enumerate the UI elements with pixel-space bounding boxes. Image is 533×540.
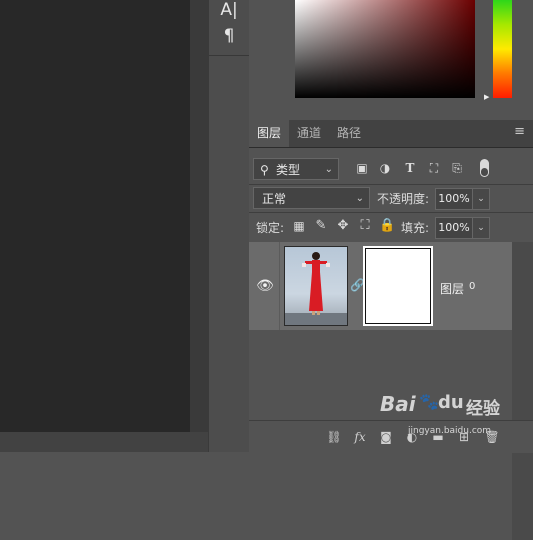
paw-logo-icon: 🐾	[419, 392, 439, 411]
lock-all-icon[interactable]: 🔒	[379, 218, 395, 234]
opacity-field[interactable]: 100% ⌄	[435, 188, 490, 210]
type-filter-icon[interactable]: T	[401, 159, 419, 177]
fill-field[interactable]: 100% ⌄	[435, 217, 490, 239]
blend-mode-select[interactable]: 正常 ⌄	[253, 187, 370, 209]
image-filter-icon[interactable]: ▣	[353, 159, 371, 177]
layer-index: 0	[469, 281, 476, 292]
smart-object-filter-icon[interactable]: ⎘	[448, 159, 466, 177]
filter-toggle-icon[interactable]	[480, 159, 489, 177]
opacity-label: 不透明度:	[377, 192, 430, 206]
chevron-down-icon: ⌄	[324, 164, 333, 175]
canvas-scroll-edge	[190, 0, 208, 452]
paragraph-panel-icon[interactable]: ¶	[217, 24, 241, 48]
eye-icon[interactable]: 👁	[255, 278, 275, 294]
divider	[249, 184, 533, 185]
adjustment-filter-icon[interactable]: ◑	[376, 159, 394, 177]
lock-artboard-icon[interactable]: ⛶	[357, 218, 373, 234]
fill-label: 填充:	[401, 221, 430, 235]
mask-link-icon[interactable]: 🔗	[350, 278, 365, 294]
canvas-status-bar	[0, 432, 208, 452]
chevron-down-icon[interactable]: ⌄	[472, 217, 490, 239]
layer-thumbnail[interactable]	[284, 246, 348, 326]
lock-position-icon[interactable]: ✥	[335, 218, 351, 234]
lock-label: 锁定:	[256, 221, 285, 235]
fill-value[interactable]: 100%	[435, 217, 473, 239]
hue-slider-marker-icon[interactable]: ▶	[484, 93, 489, 101]
layer-row[interactable]: 👁 🔗 图层 0	[249, 242, 512, 330]
color-saturation-field[interactable]	[295, 0, 475, 98]
lock-transparent-pixels-icon[interactable]: ▦	[291, 218, 307, 234]
tab-layers[interactable]: 图层	[249, 120, 289, 147]
chevron-down-icon: ⌄	[355, 193, 364, 204]
tab-channels[interactable]: 通道	[289, 120, 329, 147]
layer-filter-kind-select[interactable]: ⚲ 类型 ⌄	[253, 158, 339, 180]
blend-mode-value: 正常	[262, 192, 287, 206]
layers-list: 👁 🔗 图层 0	[249, 242, 512, 540]
layer-name[interactable]: 图层	[440, 280, 464, 297]
shape-filter-icon[interactable]: ⛶	[425, 159, 443, 177]
lock-image-pixels-icon[interactable]: ✎	[313, 218, 329, 234]
color-picker-panel: ▶	[249, 0, 533, 120]
link-layers-icon[interactable]: ⛓	[325, 429, 343, 445]
search-icon: ⚲	[260, 163, 269, 177]
tab-paths[interactable]: 路径	[329, 120, 369, 147]
baidu-jingyan-watermark: Bai 🐾 du 经验 jingyan.baidu.com	[380, 392, 500, 436]
divider	[249, 212, 533, 213]
chevron-down-icon[interactable]: ⌄	[472, 188, 490, 210]
person-in-red-dress-image	[285, 252, 347, 325]
fx-icon[interactable]: fx	[351, 429, 369, 445]
panel-dock-strip: A| ¶	[208, 0, 250, 452]
filter-kind-label: 类型	[276, 163, 301, 177]
dock-divider	[209, 55, 249, 56]
panel-menu-icon[interactable]: ≡	[514, 124, 525, 139]
character-panel-icon[interactable]: A|	[217, 0, 241, 22]
layers-scrollbar[interactable]	[512, 242, 533, 540]
layer-mask-thumbnail[interactable]	[363, 246, 433, 326]
layers-tabbar: 图层 通道 路径 ≡	[249, 120, 533, 148]
document-canvas-area[interactable]	[0, 0, 190, 432]
opacity-value[interactable]: 100%	[435, 188, 473, 210]
hue-slider[interactable]	[493, 0, 512, 98]
